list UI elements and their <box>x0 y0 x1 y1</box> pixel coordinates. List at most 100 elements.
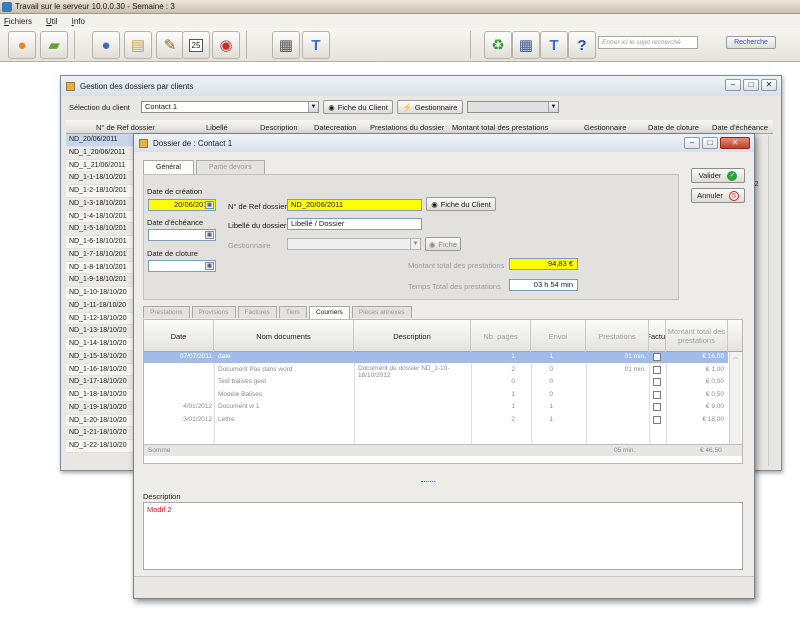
valider-button[interactable]: Valider ✓ <box>691 168 745 183</box>
dossier-row[interactable]: ND_1-18-18/10/20 <box>66 389 136 402</box>
dossier-row[interactable]: ND_1-8-18/10/201 <box>66 261 136 275</box>
table-row[interactable]: Test balises gest 0 0 € 0,00 <box>144 377 728 388</box>
dossier-row[interactable]: ND_1-1-18/10/201 <box>66 172 136 185</box>
tab-prestations[interactable]: Prestations <box>143 306 190 318</box>
splitter-handle[interactable] <box>421 481 435 483</box>
calculator-icon[interactable]: ▦ <box>512 31 540 59</box>
dossier-row[interactable]: ND_1-21-18/10/20 <box>66 427 136 440</box>
win1-scrollbar[interactable] <box>768 136 778 466</box>
dossier-row[interactable]: ND_1-10-18/10/20 <box>66 287 136 300</box>
montant-total-field[interactable]: 94,83 € <box>509 258 578 270</box>
fiche-client-button[interactable]: ◉ Fiche du Client <box>323 100 393 114</box>
maximize-button[interactable]: □ <box>743 79 759 91</box>
recycle-icon[interactable]: ♻ <box>484 31 512 59</box>
search-button[interactable]: Recherche <box>726 36 776 49</box>
dossier-row[interactable]: ND_1-12-18/10/20 <box>66 312 136 326</box>
dossier-row[interactable]: ND_1-13-18/10/20 <box>66 325 136 338</box>
table-row[interactable]: 07/07/2011 date 1 1 01 min. € 16,00 <box>144 352 728 363</box>
temps-total-field[interactable]: 03 h 54 min <box>509 279 578 291</box>
folders-icon[interactable]: ▰ <box>40 31 68 59</box>
table-scrollbar[interactable]: ︿ <box>729 352 741 444</box>
close-button[interactable]: ✕ <box>720 137 750 149</box>
col-envoi[interactable]: Envoi <box>531 320 586 352</box>
user-tools-icon[interactable]: ● <box>92 31 120 59</box>
pen-icon[interactable]: ✎ <box>156 31 184 59</box>
board-icon[interactable]: ▦ <box>272 31 300 59</box>
fiche-client-button[interactable]: ◉ Fiche du Client <box>426 197 496 211</box>
col-ref[interactable]: N° de Ref dossier <box>96 123 155 132</box>
date-echeance-field[interactable]: ▦ <box>148 229 216 241</box>
minimize-button[interactable]: – <box>725 79 741 91</box>
col-datecreation[interactable]: Datecreation <box>314 123 357 132</box>
dossier-row[interactable]: ND_1-3-18/10/201 <box>66 197 136 211</box>
col-gestionnaire[interactable]: Gestionnaire <box>584 123 627 132</box>
date-creation-field[interactable]: 20/06/2011 ▦ <box>148 199 216 211</box>
dossier-row[interactable]: ND_1-6-18/10/201 <box>66 236 136 249</box>
facture-checkbox[interactable] <box>653 403 661 411</box>
facture-checkbox[interactable] <box>653 390 661 399</box>
dossier-row[interactable]: ND_1-11-18/10/20 <box>66 299 136 313</box>
tab-courriers[interactable]: Courriers <box>309 306 350 319</box>
dossier-row[interactable]: ND_1-5-18/10/201 <box>66 223 136 236</box>
col-factur[interactable]: Factur <box>649 320 666 352</box>
col-montant[interactable]: Montant total des prestations <box>452 123 548 132</box>
tab-factures[interactable]: Factures <box>237 306 277 318</box>
tab-pieces-annexes[interactable]: Pièces annexes <box>351 306 412 318</box>
col-date[interactable]: Date <box>144 320 214 352</box>
menu-util[interactable]: Util <box>46 17 58 26</box>
facture-checkbox[interactable] <box>653 378 661 386</box>
dossier-row[interactable]: ND_1-14-18/10/20 <box>66 338 136 351</box>
tab-partie-devoirs[interactable]: Partie devoirs <box>195 160 265 174</box>
dossier-row[interactable]: ND_1-22-18/10/20 <box>66 440 136 453</box>
facture-checkbox[interactable] <box>653 353 661 361</box>
dossier-row[interactable]: ND_1-16-18/10/20 <box>66 363 136 377</box>
calendar-icon[interactable]: ▦ <box>205 231 214 239</box>
close-button[interactable]: ✕ <box>761 79 777 91</box>
dossier-row[interactable]: ND_20/06/2011 <box>66 134 136 147</box>
calendar-icon[interactable]: ▦ <box>205 201 214 209</box>
menu-info[interactable]: Info <box>72 17 85 26</box>
tab-general[interactable]: Général <box>143 160 194 175</box>
col-prestations[interactable]: Prestations <box>586 320 649 352</box>
contacts-icon[interactable]: ● <box>8 31 36 59</box>
dossier-row[interactable]: ND_1-9-18/10/201 <box>66 274 136 287</box>
gestionnaire-select[interactable]: ▼ <box>287 238 421 250</box>
font-t-icon[interactable]: T <box>540 31 568 59</box>
col-description[interactable]: Description <box>354 320 471 352</box>
dossier-row[interactable]: ND_1-7-18/10/201 <box>66 248 136 262</box>
dossier-row[interactable]: ND_1-17-18/10/20 <box>66 376 136 389</box>
facture-checkbox[interactable] <box>653 415 661 424</box>
help-icon[interactable]: ? <box>568 31 596 59</box>
col-nom-documents[interactable]: Nom documents <box>214 320 354 352</box>
tab-tiers[interactable]: Tiers <box>278 306 308 318</box>
dossier-row[interactable]: ND_1-4-18/10/201 <box>66 210 136 224</box>
col-montant-total[interactable]: Montant total des prestations <box>666 320 728 352</box>
notes-icon[interactable]: ▤ <box>124 31 152 59</box>
col-nb-pages[interactable]: Nb. pages <box>471 320 531 352</box>
annuler-button[interactable]: Annuler ⦸ <box>691 188 745 203</box>
menu-fichiers[interactable]: Fichiers <box>4 17 32 26</box>
col-prestations[interactable]: Prestations du dossier <box>370 123 444 132</box>
minimize-button[interactable]: – <box>684 137 700 149</box>
dossier-row[interactable]: ND_1-15-18/10/20 <box>66 350 136 364</box>
maximize-button[interactable]: □ <box>702 137 718 149</box>
tab-provisions[interactable]: Provisions <box>191 306 236 318</box>
search-input[interactable]: Entrer ici le sujet recherché <box>598 36 698 49</box>
dossier-row[interactable]: ND_1-2-18/10/201 <box>66 185 136 198</box>
description-textarea[interactable]: Modif 2 <box>143 502 743 570</box>
table-row[interactable]: 3/01/2012 Lettre 2 1 € 18,00 <box>144 415 728 426</box>
col-libelle[interactable]: Libellé <box>206 123 228 132</box>
col-date-echeance[interactable]: Date d'échéance <box>712 123 768 132</box>
col-date-cloture[interactable]: Date de cloture <box>648 123 699 132</box>
facture-checkbox[interactable] <box>653 365 661 374</box>
table-row[interactable]: Modèle Balises 1 0 € 0,50 <box>144 390 728 401</box>
dossier-row[interactable]: ND_1-19-18/10/20 <box>66 401 136 415</box>
calendar-icon[interactable]: 25 <box>182 31 210 59</box>
table-row[interactable]: 4/01/2012 Document w 1 1 1 € 9,00 <box>144 402 728 413</box>
typography-icon[interactable]: T <box>302 31 330 59</box>
dossier-row[interactable]: ND_1_20/06/2011 <box>66 146 136 160</box>
libelle-field[interactable]: Libellé / Dossier <box>287 218 422 230</box>
fiche-button[interactable]: ◉ Fiche <box>425 237 461 251</box>
client-select[interactable]: Contact 1 ▼ <box>141 101 319 113</box>
gestionnaire-select[interactable]: ▼ <box>467 101 559 113</box>
